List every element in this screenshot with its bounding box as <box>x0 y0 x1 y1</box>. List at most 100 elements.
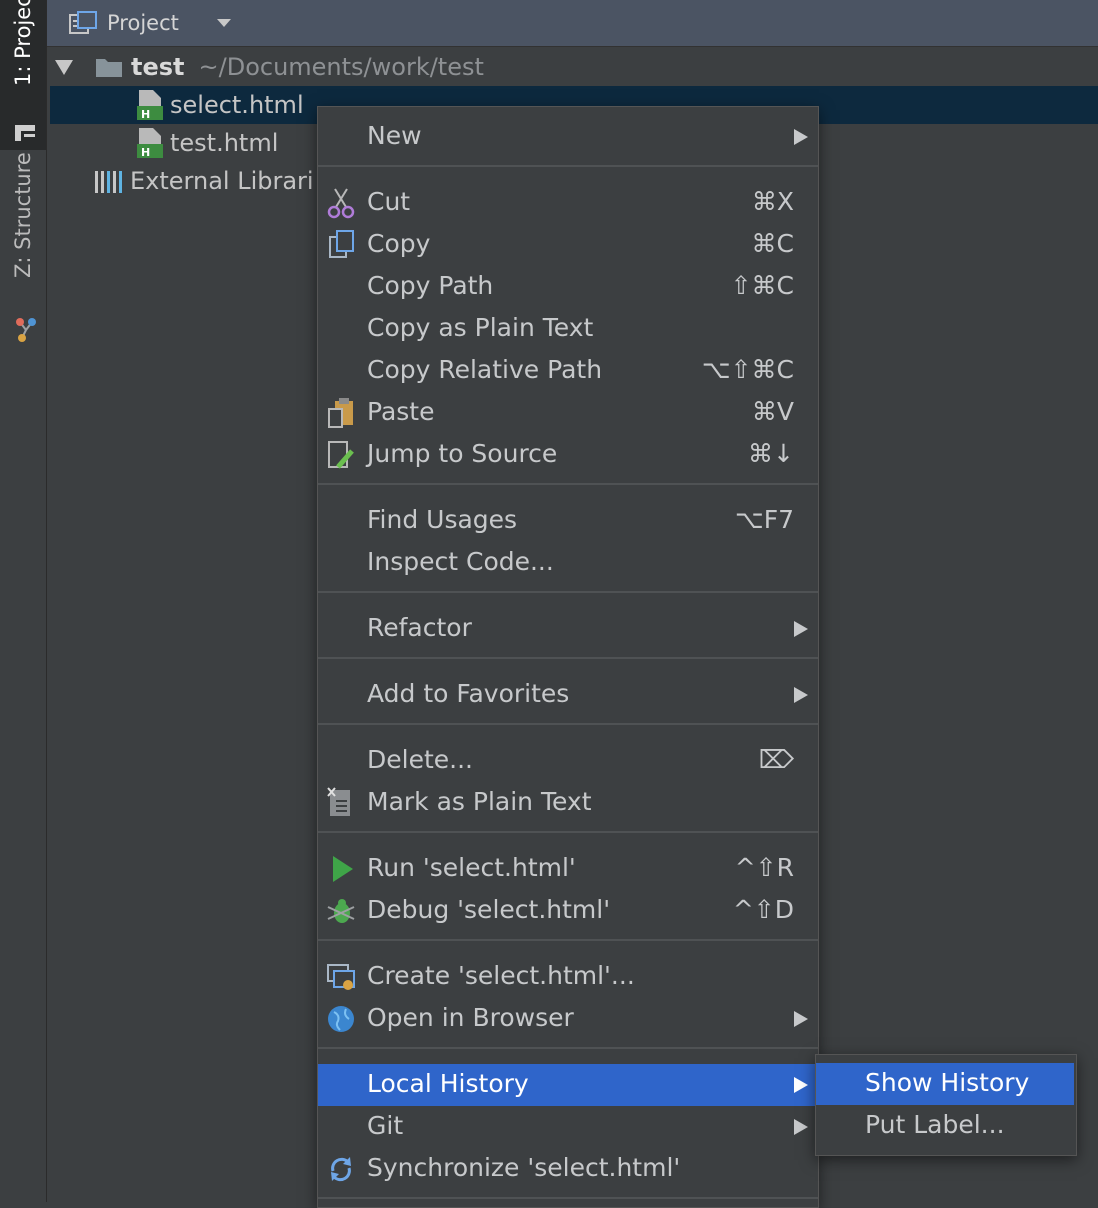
menu-item-shortcut: ^⇧R <box>734 853 794 882</box>
menu-item-copy-relative-path[interactable]: Copy Relative Path ⌥⇧⌘C <box>318 350 818 392</box>
menu-item-delete[interactable]: Delete... ⌦ <box>318 740 818 782</box>
menu-item-label: Refactor <box>367 613 472 642</box>
submenu-arrow-icon <box>794 1011 808 1027</box>
svg-text:H: H <box>141 108 150 121</box>
create-config-icon <box>327 964 355 990</box>
submenu-arrow-icon <box>794 1077 808 1093</box>
menu-item-open-in-browser[interactable]: Open in Browser <box>318 998 818 1040</box>
submenu-arrow-icon <box>794 621 808 637</box>
menu-item-label: Debug 'select.html' <box>367 895 611 924</box>
menu-item-shortcut: ⌥F7 <box>734 505 794 534</box>
menu-separator <box>318 831 818 833</box>
menu-item-label: Jump to Source <box>367 439 558 468</box>
tree-root-path: ~/Documents/work/test <box>198 53 484 81</box>
submenu-arrow-icon <box>794 687 808 703</box>
submenu-item-put-label[interactable]: Put Label... <box>816 1105 1074 1147</box>
paste-icon <box>328 398 353 428</box>
menu-separator <box>318 657 818 659</box>
copy-icon <box>329 230 354 258</box>
menu-separator <box>318 165 818 167</box>
menu-item-mark-plain-text[interactable]: Mark as Plain Text <box>318 782 818 824</box>
run-icon <box>333 856 353 882</box>
menu-item-label: New <box>367 121 422 150</box>
tree-root-test[interactable]: test ~/Documents/work/test <box>55 48 484 86</box>
project-view-icon <box>69 11 97 34</box>
tree-root-name: test <box>131 53 185 81</box>
menu-item-label: Copy <box>367 229 431 258</box>
menu-item-label: Synchronize 'select.html' <box>367 1153 681 1182</box>
svg-text:H: H <box>141 146 150 159</box>
folder-icon <box>96 59 122 77</box>
menu-item-create-config[interactable]: Create 'select.html'... <box>318 956 818 998</box>
context-menu: New Cut ⌘X Copy ⌘C Copy Path ⇧⌘C Copy as… <box>317 106 819 1208</box>
tab-project-label: 1: Project <box>11 0 35 86</box>
menu-item-shortcut: ⌦ <box>758 745 794 774</box>
tab-structure-label: Z: Structure <box>11 152 35 278</box>
menu-separator <box>318 1047 818 1049</box>
sync-icon <box>331 1157 351 1182</box>
menu-item-shortcut: ⌘V <box>751 397 794 426</box>
scissors-icon <box>327 188 355 219</box>
menu-item-shortcut: ⌘X <box>751 187 794 216</box>
menu-item-label: Git <box>367 1111 404 1140</box>
menu-item-label: Copy Path <box>367 271 494 300</box>
menu-item-shortcut: ^⇧D <box>732 895 794 924</box>
html-file-icon: H <box>137 90 163 121</box>
menu-item-label: Copy as Plain Text <box>367 313 594 342</box>
tab-project[interactable]: 1: Project <box>0 0 46 150</box>
submenu-item-show-history[interactable]: Show History <box>816 1063 1074 1105</box>
menu-item-label: Create 'select.html'... <box>367 961 635 990</box>
tree-file-test-html[interactable]: H test.html <box>50 124 278 162</box>
menu-item-new[interactable]: New <box>318 116 818 158</box>
menu-item-label: Cut <box>367 187 411 216</box>
project-tab-icon <box>15 125 35 141</box>
menu-separator <box>318 723 818 725</box>
plain-text-icon <box>327 787 350 816</box>
menu-item-run[interactable]: Run 'select.html' ^⇧R <box>318 848 818 890</box>
menu-item-label: Local History <box>367 1069 529 1098</box>
project-view-title[interactable]: Project <box>107 11 179 35</box>
tree-file-name: test.html <box>170 129 279 157</box>
view-selector-chevron-down-icon[interactable] <box>216 19 231 27</box>
tool-window-strip: 1: Project Z: Structure <box>0 0 47 1202</box>
html-file-icon: H <box>137 128 163 159</box>
menu-item-label: Mark as Plain Text <box>367 787 592 816</box>
menu-item-git[interactable]: Git <box>318 1106 818 1148</box>
menu-item-find-usages[interactable]: Find Usages ⌥F7 <box>318 500 818 542</box>
menu-item-label: Inspect Code... <box>367 547 554 576</box>
tree-external-name: External Librari <box>130 167 314 195</box>
menu-item-shortcut: ⇧⌘C <box>730 271 794 300</box>
project-panel-header: Project <box>47 0 1098 47</box>
menu-item-copy[interactable]: Copy ⌘C <box>318 224 818 266</box>
menu-item-label: Find Usages <box>367 505 518 534</box>
menu-item-label: Run 'select.html' <box>367 853 576 882</box>
menu-separator <box>318 939 818 941</box>
menu-item-cut[interactable]: Cut ⌘X <box>318 182 818 224</box>
menu-item-label: Delete... <box>367 745 473 774</box>
menu-item-label: Show History <box>865 1068 1030 1097</box>
menu-separator <box>318 1197 818 1199</box>
menu-item-local-history[interactable]: Local History <box>318 1064 818 1106</box>
menu-item-label: Add to Favorites <box>367 679 570 708</box>
tree-external-libraries[interactable]: External Librari <box>95 162 314 200</box>
libraries-icon <box>95 169 122 193</box>
menu-item-copy-plain-text[interactable]: Copy as Plain Text <box>318 308 818 350</box>
menu-item-inspect-code[interactable]: Inspect Code... <box>318 542 818 584</box>
menu-item-label: Copy Relative Path <box>367 355 603 384</box>
expand-triangle-icon[interactable] <box>55 59 73 75</box>
menu-item-synchronize[interactable]: Synchronize 'select.html' <box>318 1148 818 1190</box>
debug-icon <box>327 899 355 923</box>
menu-item-paste[interactable]: Paste ⌘V <box>318 392 818 434</box>
local-history-submenu: Show History Put Label... <box>815 1054 1077 1156</box>
menu-item-add-to-favorites[interactable]: Add to Favorites <box>318 674 818 716</box>
menu-item-debug[interactable]: Debug 'select.html' ^⇧D <box>318 890 818 932</box>
menu-item-refactor[interactable]: Refactor <box>318 608 818 650</box>
globe-icon <box>328 1006 354 1032</box>
submenu-arrow-icon <box>794 1119 808 1135</box>
menu-item-label: Paste <box>367 397 435 426</box>
menu-item-copy-path[interactable]: Copy Path ⇧⌘C <box>318 266 818 308</box>
menu-item-jump-to-source[interactable]: Jump to Source ⌘↓ <box>318 434 818 476</box>
menu-separator <box>318 483 818 485</box>
edit-source-icon <box>328 441 354 469</box>
tree-file-name: select.html <box>170 91 304 119</box>
